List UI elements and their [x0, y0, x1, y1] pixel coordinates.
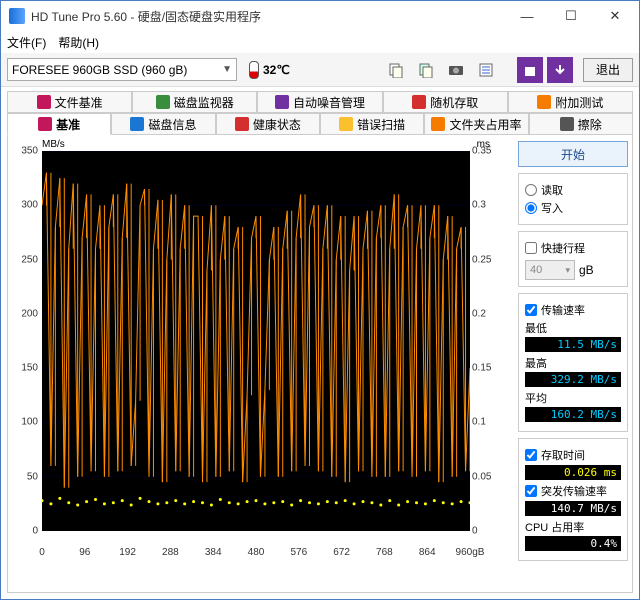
app-icon	[9, 8, 25, 24]
window-title: HD Tune Pro 5.60 - 硬盘/固态硬盘实用程序	[31, 8, 505, 25]
quick-group: 快捷行程 40▾ gB	[518, 231, 628, 287]
tab-擦除[interactable]: 擦除	[529, 113, 633, 135]
copy-screenshot-button[interactable]	[413, 57, 439, 83]
temperature-value: 32℃	[263, 63, 290, 77]
monitor-icon	[156, 95, 170, 109]
maximize-button[interactable]: ☐	[549, 2, 593, 30]
content-area: 文件基准磁盘监视器自动噪音管理随机存取附加测试 基准磁盘信息健康状态错误扫描文件…	[1, 87, 639, 599]
tab-磁盘信息[interactable]: 磁盘信息	[111, 113, 215, 135]
tab-文件基准[interactable]: 文件基准	[7, 91, 132, 113]
avg-label: 平均	[525, 390, 621, 406]
min-label: 最低	[525, 320, 621, 336]
menu-help[interactable]: 帮助(H)	[58, 34, 99, 51]
access-group: 存取时间 0.026 ms 突发传输速率 140.7 MB/s CPU 占用率 …	[518, 438, 628, 561]
tab-磁盘监视器[interactable]: 磁盘监视器	[132, 91, 257, 113]
menu-file[interactable]: 文件(F)	[7, 34, 46, 51]
minimize-button[interactable]: —	[505, 2, 549, 30]
max-value: 329.2 MB/s	[525, 372, 621, 387]
copy-info-button[interactable]	[383, 57, 409, 83]
exit-button[interactable]: 退出	[583, 58, 633, 82]
avg-value: 160.2 MB/s	[525, 407, 621, 422]
rate-checkbox[interactable]: 传输速率	[525, 302, 621, 318]
toolbar: FORESEE 960GB SSD (960 gB) ▼ 32℃ 退出	[1, 53, 639, 87]
temperature-display: 32℃	[249, 61, 290, 79]
error-icon	[339, 117, 353, 131]
options-button[interactable]	[473, 57, 499, 83]
access-value: 0.026 ms	[525, 465, 621, 480]
bench-icon	[38, 117, 52, 131]
erase-icon	[560, 117, 574, 131]
read-radio[interactable]: 读取	[525, 182, 621, 198]
write-radio[interactable]: 写入	[525, 200, 621, 216]
burst-value: 140.7 MB/s	[525, 501, 621, 516]
mode-group: 读取 写入	[518, 173, 628, 225]
close-button[interactable]: ✕	[593, 2, 637, 30]
benchmark-chart: MB/s ms 050100150200250300350 00.050.10.…	[12, 141, 492, 563]
chart-area: MB/s ms 050100150200250300350 00.050.10.…	[8, 135, 514, 592]
max-label: 最高	[525, 355, 621, 371]
tab-文件夹占用率[interactable]: 文件夹占用率	[424, 113, 528, 135]
tab-错误扫描[interactable]: 错误扫描	[320, 113, 424, 135]
rate-group: 传输速率 最低 11.5 MB/s 最高 329.2 MB/s 平均 160.2…	[518, 293, 628, 432]
noise-icon	[275, 95, 289, 109]
tab-基准[interactable]: 基准	[7, 113, 111, 135]
app-window: HD Tune Pro 5.60 - 硬盘/固态硬盘实用程序 — ☐ ✕ 文件(…	[0, 0, 640, 600]
burst-checkbox[interactable]: 突发传输速率	[525, 483, 621, 499]
tabs: 文件基准磁盘监视器自动噪音管理随机存取附加测试 基准磁盘信息健康状态错误扫描文件…	[7, 91, 633, 135]
main-panel: MB/s ms 050100150200250300350 00.050.10.…	[7, 135, 633, 593]
tab-附加测试[interactable]: 附加测试	[508, 91, 633, 113]
block-unit: gB	[579, 263, 594, 277]
drive-select[interactable]: FORESEE 960GB SSD (960 gB) ▼	[7, 58, 237, 81]
min-value: 11.5 MB/s	[525, 337, 621, 352]
file-bench-icon	[37, 95, 51, 109]
tab-健康状态[interactable]: 健康状态	[216, 113, 320, 135]
drive-select-value: FORESEE 960GB SSD (960 gB)	[12, 63, 187, 77]
tab-随机存取[interactable]: 随机存取	[383, 91, 508, 113]
menubar: 文件(F) 帮助(H)	[1, 31, 639, 53]
quick-checkbox[interactable]: 快捷行程	[525, 240, 621, 256]
info-icon	[130, 117, 144, 131]
start-button[interactable]: 开始	[518, 141, 628, 167]
screenshot-button[interactable]	[443, 57, 469, 83]
access-checkbox[interactable]: 存取时间	[525, 447, 621, 463]
health-icon	[235, 117, 249, 131]
chevron-down-icon: ▼	[222, 64, 232, 75]
random-icon	[412, 95, 426, 109]
cpu-value: 0.4%	[525, 536, 621, 551]
block-size-select: 40▾	[525, 260, 575, 280]
y-axis-label: MB/s	[42, 139, 65, 150]
titlebar: HD Tune Pro 5.60 - 硬盘/固态硬盘实用程序 — ☐ ✕	[1, 1, 639, 31]
save-button[interactable]	[517, 57, 543, 83]
thermometer-icon	[249, 61, 259, 79]
folder-icon	[431, 117, 445, 131]
sidebar: 开始 读取 写入 快捷行程 40▾ gB 传输速率 最低 11.5 MB/s	[514, 135, 632, 592]
tab-自动噪音管理[interactable]: 自动噪音管理	[257, 91, 382, 113]
cpu-label: CPU 占用率	[525, 519, 621, 535]
load-button[interactable]	[547, 57, 573, 83]
extra-icon	[537, 95, 551, 109]
